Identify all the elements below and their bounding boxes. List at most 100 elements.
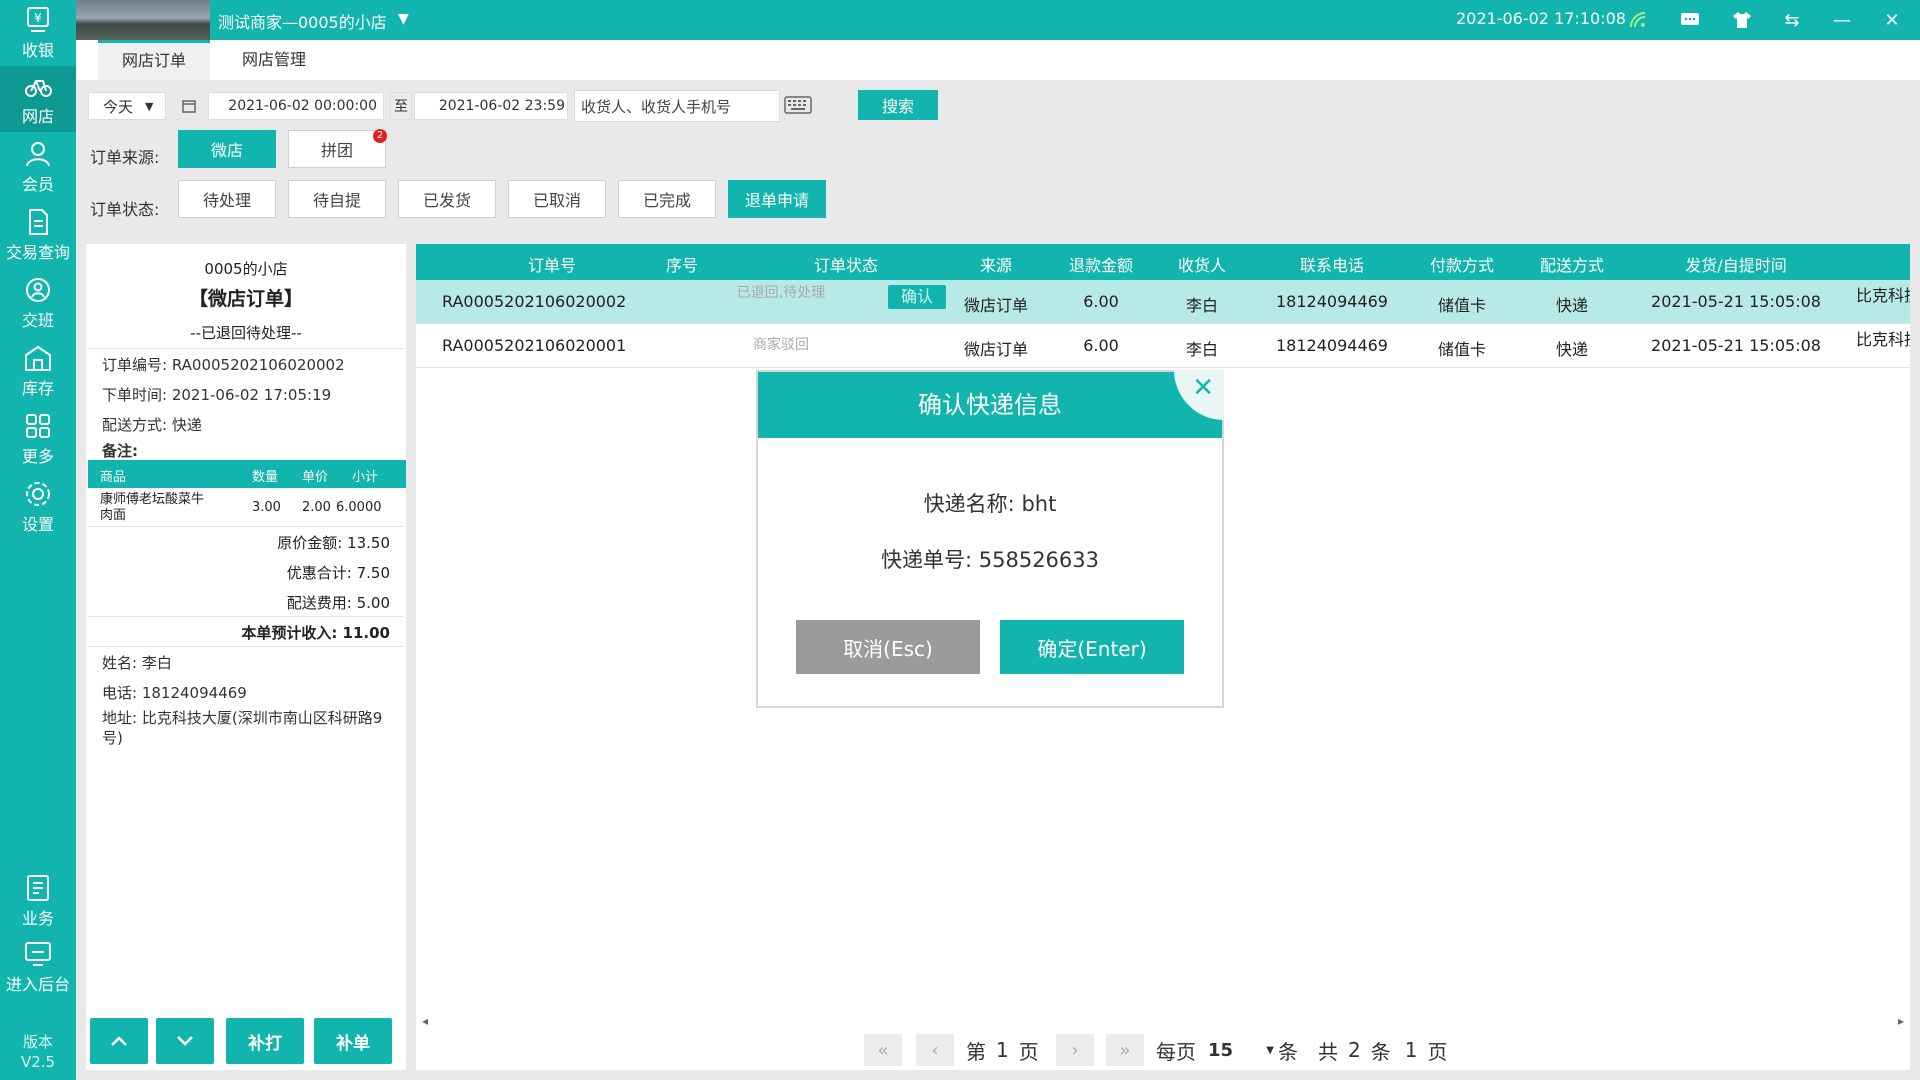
keyboard-icon[interactable] bbox=[784, 96, 814, 116]
table-row[interactable]: RA0005202106020001 商家驳回 微店订单 6.00 李白 181… bbox=[416, 324, 1910, 368]
grid-icon bbox=[26, 414, 50, 438]
customer-phone-row: 电话: 18124094469 bbox=[102, 682, 247, 703]
sidebar-item-transactions[interactable]: 交易查询 bbox=[0, 202, 76, 268]
chevron-up-icon bbox=[111, 1036, 127, 1046]
store-title[interactable]: 测试商家—0005的小店 bbox=[218, 9, 387, 33]
customer-address-label: 地址: bbox=[102, 709, 138, 727]
row-order-no: RA0005202106020001 bbox=[442, 336, 627, 355]
confirm-return-button[interactable]: 确认 bbox=[888, 285, 946, 309]
sidebar-item-backend[interactable]: 进入后台 bbox=[0, 934, 76, 1000]
sidebar-item-business[interactable]: 业务 bbox=[0, 868, 76, 934]
cancel-button[interactable]: 取消(Esc) bbox=[796, 620, 980, 674]
sidebar-item-label: 更多 bbox=[21, 447, 54, 466]
date-range-select[interactable]: 今天 ▼ bbox=[88, 92, 166, 120]
col-refund: 退款金额 bbox=[1068, 256, 1133, 275]
sidebar-item-member[interactable]: 会员 bbox=[0, 134, 76, 200]
next-page-button[interactable]: › bbox=[1056, 1034, 1094, 1066]
delivery-row: 配送方式: 快递 bbox=[102, 414, 202, 435]
source-weidian-button[interactable]: 微店 bbox=[178, 130, 276, 168]
delivery-fee-row: 配送费用: 5.00 bbox=[287, 592, 390, 613]
status-shipped-button[interactable]: 已发货 bbox=[398, 180, 496, 218]
reprint-button[interactable]: 补打 bbox=[226, 1018, 304, 1064]
clock: 2021-06-02 17:10:08 bbox=[1456, 9, 1626, 28]
total-prefix: 共 bbox=[1318, 1039, 1338, 1064]
status-completed-button[interactable]: 已完成 bbox=[618, 180, 716, 218]
original-amount: 13.50 bbox=[347, 534, 390, 552]
minimize-icon[interactable]: — bbox=[1830, 8, 1854, 32]
message-icon[interactable] bbox=[1678, 8, 1702, 32]
chevron-down-icon: ▼ bbox=[145, 99, 154, 113]
order-number-row: 订单编号: RA0005202106020002 bbox=[102, 354, 345, 375]
status-refund-request-button[interactable]: 退单申请 bbox=[728, 180, 826, 218]
page-number: 1 bbox=[996, 1038, 1009, 1062]
sidebar-item-label: 交易查询 bbox=[5, 243, 70, 262]
last-page-button[interactable]: » bbox=[1106, 1034, 1144, 1066]
status-cancelled-button[interactable]: 已取消 bbox=[508, 180, 606, 218]
chevron-down-icon[interactable]: ▼ bbox=[398, 11, 409, 27]
shop-name: 0005的小店 bbox=[204, 260, 288, 278]
sidebar-item-label: 交班 bbox=[21, 311, 54, 330]
order-time-row: 下单时间: 2021-06-02 17:05:19 bbox=[102, 384, 331, 405]
gear-icon bbox=[26, 482, 50, 506]
original-amount-row: 原价金额: 13.50 bbox=[277, 532, 390, 553]
row-refund: 6.00 bbox=[1083, 336, 1119, 355]
search-button[interactable]: 搜索 bbox=[858, 90, 938, 120]
sidebar-item-handover[interactable]: 交班 bbox=[0, 270, 76, 336]
signal-icon[interactable] bbox=[1626, 8, 1650, 32]
col-receiver: 收货人 bbox=[1177, 256, 1226, 275]
delivery-method: 快递 bbox=[171, 416, 202, 434]
goods-col-name: 商品 bbox=[100, 470, 127, 485]
prev-page-button[interactable]: ‹ bbox=[916, 1034, 954, 1066]
total-count: 共 2 条 1 页 bbox=[1318, 1034, 1447, 1066]
sidebar-item-label: 网店 bbox=[21, 107, 54, 126]
total-pages-unit: 页 bbox=[1427, 1039, 1448, 1064]
sidebar-item-settings[interactable]: 设置 bbox=[0, 474, 76, 540]
source-pintuan-label: 拼团 bbox=[320, 141, 353, 160]
bike-icon bbox=[25, 80, 52, 97]
sidebar-item-cashier[interactable]: ¥ 收银 bbox=[0, 0, 76, 66]
next-order-button[interactable] bbox=[156, 1018, 214, 1064]
store-banner-image bbox=[76, 0, 210, 40]
status-pickup-button[interactable]: 待自提 bbox=[288, 180, 386, 218]
order-time-label: 下单时间: bbox=[102, 386, 168, 404]
supplement-order-button[interactable]: 补单 bbox=[314, 1018, 392, 1064]
end-date-input[interactable]: 2021-06-02 23:59 bbox=[414, 92, 568, 120]
sidebar-item-inventory[interactable]: 库存 bbox=[0, 338, 76, 404]
row-status: 商家驳回 bbox=[753, 337, 809, 353]
goods-item-price: 2.00 bbox=[302, 500, 331, 515]
search-input[interactable]: 收货人、收货人手机号 bbox=[574, 90, 780, 122]
sidebar-item-label: 会员 bbox=[21, 175, 54, 194]
col-delivery: 配送方式 bbox=[1539, 256, 1604, 275]
scroll-right-icon[interactable]: ▸ bbox=[1898, 1014, 1904, 1028]
previous-order-button[interactable] bbox=[90, 1018, 148, 1064]
sidebar-item-webstore[interactable]: 网店 bbox=[0, 66, 76, 132]
theme-shirt-icon[interactable] bbox=[1730, 8, 1754, 32]
first-page-button[interactable]: « bbox=[864, 1034, 902, 1066]
document-icon bbox=[29, 209, 48, 235]
start-date-input[interactable]: 2021-06-02 00:00:00 bbox=[208, 92, 384, 120]
scroll-left-icon[interactable]: ◂ bbox=[422, 1014, 428, 1028]
col-status: 订单状态 bbox=[813, 256, 878, 275]
customer-name-label: 姓名: bbox=[102, 654, 138, 672]
svg-text:¥: ¥ bbox=[34, 11, 42, 25]
tab-webstore-management[interactable]: 网店管理 bbox=[218, 40, 330, 80]
goods-item-qty: 3.00 bbox=[252, 500, 281, 515]
table-row[interactable]: RA0005202106020002 已退回,待处理 确认 微店订单 6.00 … bbox=[416, 280, 1910, 324]
courier-row: 快递名称: bht bbox=[758, 488, 1222, 518]
dialog-title: 确认快递信息 bbox=[758, 372, 1222, 438]
tracking-label: 快递单号: bbox=[880, 548, 973, 572]
confirm-button[interactable]: 确定(Enter) bbox=[1000, 620, 1184, 674]
order-number: RA0005202106020002 bbox=[171, 356, 345, 374]
sidebar-item-more[interactable]: 更多 bbox=[0, 406, 76, 472]
row-phone: 18124094469 bbox=[1276, 292, 1388, 311]
delivery-fee-label: 配送费用: bbox=[286, 594, 352, 612]
sidebar-item-label: 进入后台 bbox=[5, 975, 70, 994]
status-pending-button[interactable]: 待处理 bbox=[178, 180, 276, 218]
close-icon[interactable]: ✕ bbox=[1880, 8, 1904, 32]
row-status: 已退回,待处理 bbox=[736, 285, 826, 301]
switch-icon[interactable]: ⇆ bbox=[1780, 8, 1804, 32]
tab-webstore-orders[interactable]: 网店订单 bbox=[98, 40, 211, 80]
per-page-select[interactable]: 15 ▼ bbox=[1208, 1034, 1274, 1066]
source-pintuan-button[interactable]: 拼团 2 bbox=[288, 129, 387, 168]
calendar-icon[interactable] bbox=[172, 92, 206, 120]
